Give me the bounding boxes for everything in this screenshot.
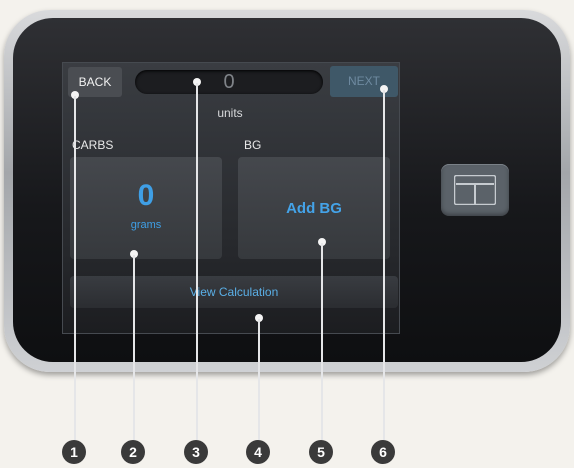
carbs-value: 0 bbox=[137, 179, 155, 212]
view-calculation-button[interactable]: View Calculation bbox=[70, 276, 398, 308]
leader-line-2 bbox=[133, 255, 135, 440]
next-button[interactable]: NEXT bbox=[330, 66, 398, 97]
leader-line-3 bbox=[196, 83, 198, 440]
callout-1: 1 bbox=[62, 440, 86, 464]
add-bg-button[interactable]: Add BG bbox=[238, 157, 390, 259]
callout-4: 4 bbox=[246, 440, 270, 464]
carbs-input-button[interactable]: 0 grams bbox=[70, 157, 222, 259]
t-logo-icon bbox=[454, 175, 496, 205]
add-bg-label: Add BG bbox=[286, 200, 342, 217]
callout-2: 2 bbox=[121, 440, 145, 464]
callout-3: 3 bbox=[184, 440, 208, 464]
leader-line-1 bbox=[74, 96, 76, 440]
units-label: units bbox=[217, 106, 243, 120]
leader-line-6 bbox=[383, 90, 385, 440]
callout-5: 5 bbox=[309, 440, 333, 464]
callout-6: 6 bbox=[371, 440, 395, 464]
bg-label: BG bbox=[244, 138, 262, 152]
leader-line-5 bbox=[321, 243, 323, 440]
screen-on-button[interactable] bbox=[441, 164, 509, 216]
carbs-unit: grams bbox=[130, 219, 162, 231]
units-field[interactable]: 0 bbox=[135, 70, 323, 94]
leader-line-4 bbox=[258, 319, 260, 440]
carbs-label: CARBS bbox=[72, 138, 114, 152]
